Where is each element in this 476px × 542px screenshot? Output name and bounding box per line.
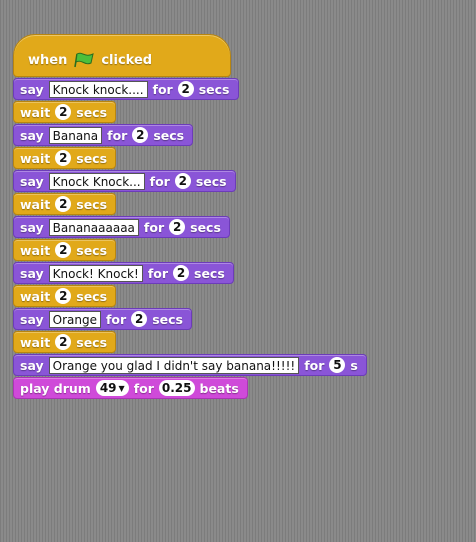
- secs-label: secs: [194, 265, 225, 281]
- for-label: for: [143, 219, 165, 235]
- secs-label: secs: [76, 242, 108, 258]
- wait-label: wait: [20, 196, 51, 212]
- for-label: for: [105, 311, 127, 327]
- say-for-secs-block[interactable]: say Orange you glad I didn't say banana!!…: [13, 354, 367, 376]
- wait-label: wait: [20, 104, 51, 120]
- wait-label: wait: [20, 334, 51, 350]
- for-label: for: [304, 357, 325, 373]
- say-for-secs-block[interactable]: say Orange for 2 secs: [13, 308, 192, 330]
- say-label: say: [20, 265, 44, 281]
- secs-label: secs: [198, 81, 230, 97]
- say-for-secs-block[interactable]: say Knock! Knock! for 2 secs: [13, 262, 234, 284]
- say-label: say: [20, 127, 44, 143]
- hat-when-label: when: [28, 52, 68, 68]
- say-text-input[interactable]: Knock! Knock!: [48, 264, 143, 282]
- secs-label: s: [350, 357, 358, 373]
- secs-label: secs: [76, 150, 108, 166]
- wait-secs-input[interactable]: 2: [55, 242, 72, 258]
- secs-label: secs: [195, 173, 227, 189]
- drum-for-label: for: [133, 380, 154, 396]
- secs-label: secs: [76, 334, 108, 350]
- beats-input[interactable]: 0.25: [158, 380, 195, 396]
- secs-label: secs: [76, 288, 108, 304]
- scripts-area[interactable]: when clicked say Knock knock.... for 2 secs w…: [0, 0, 476, 542]
- say-label: say: [20, 311, 44, 327]
- wait-label: wait: [20, 150, 51, 166]
- wait-secs-block[interactable]: wait 2 secs: [13, 331, 117, 353]
- dropdown-triangle-icon: ▼: [118, 383, 125, 393]
- say-text-input[interactable]: Bananaaaaaa: [48, 218, 139, 236]
- say-for-secs-block[interactable]: say Knock knock.... for 2 secs: [13, 78, 239, 100]
- drum-select[interactable]: 49 ▼: [95, 380, 129, 396]
- wait-secs-block[interactable]: wait 2 secs: [13, 239, 117, 261]
- secs-input[interactable]: 5: [329, 357, 346, 373]
- say-label: say: [20, 357, 44, 373]
- say-text-input[interactable]: Banana: [48, 126, 103, 144]
- wait-secs-block[interactable]: wait 2 secs: [13, 101, 117, 123]
- secs-label: secs: [76, 196, 108, 212]
- for-label: for: [152, 81, 173, 97]
- secs-input[interactable]: 2: [132, 127, 149, 143]
- say-text-input[interactable]: Orange: [48, 310, 101, 328]
- play-drum-block[interactable]: play drum 49 ▼ for 0.25 beats: [13, 377, 248, 399]
- wait-label: wait: [20, 242, 51, 258]
- wait-secs-input[interactable]: 2: [55, 334, 72, 350]
- for-label: for: [107, 127, 128, 143]
- play-drum-label: play drum: [20, 380, 91, 396]
- say-label: say: [20, 81, 44, 97]
- secs-label: secs: [153, 127, 185, 143]
- say-for-secs-block[interactable]: say Banana for 2 secs: [13, 124, 194, 146]
- hat-clicked-label: clicked: [101, 52, 153, 68]
- script-stack[interactable]: when clicked say Knock knock.... for 2 secs w…: [13, 34, 367, 399]
- say-text-input[interactable]: Orange you glad I didn't say banana!!!!!: [48, 356, 300, 374]
- for-label: for: [149, 173, 170, 189]
- wait-secs-input[interactable]: 2: [55, 104, 72, 120]
- green-flag-icon: [73, 52, 95, 68]
- say-label: say: [20, 219, 44, 235]
- say-text-input[interactable]: Knock Knock...: [48, 172, 145, 190]
- say-label: say: [20, 173, 44, 189]
- wait-secs-input[interactable]: 2: [55, 150, 72, 166]
- for-label: for: [147, 265, 169, 281]
- drum-value: 49: [99, 381, 117, 395]
- wait-secs-input[interactable]: 2: [55, 288, 72, 304]
- secs-input[interactable]: 2: [169, 219, 186, 235]
- say-for-secs-block[interactable]: say Bananaaaaaa for 2 secs: [13, 216, 230, 238]
- secs-label: secs: [190, 219, 221, 235]
- drum-beats-label: beats: [199, 380, 239, 396]
- say-for-secs-block[interactable]: say Knock Knock... for 2 secs: [13, 170, 236, 192]
- say-text-input[interactable]: Knock knock....: [48, 80, 148, 98]
- secs-input[interactable]: 2: [174, 173, 191, 189]
- secs-label: secs: [76, 104, 108, 120]
- when-flag-clicked-hat-block[interactable]: when clicked: [13, 34, 231, 77]
- wait-secs-block[interactable]: wait 2 secs: [13, 193, 117, 215]
- secs-input[interactable]: 2: [177, 81, 194, 97]
- secs-input[interactable]: 2: [131, 311, 148, 327]
- wait-secs-block[interactable]: wait 2 secs: [13, 147, 117, 169]
- secs-input[interactable]: 2: [173, 265, 190, 281]
- secs-label: secs: [152, 311, 183, 327]
- wait-secs-block[interactable]: wait 2 secs: [13, 285, 117, 307]
- wait-secs-input[interactable]: 2: [55, 196, 72, 212]
- wait-label: wait: [20, 288, 51, 304]
